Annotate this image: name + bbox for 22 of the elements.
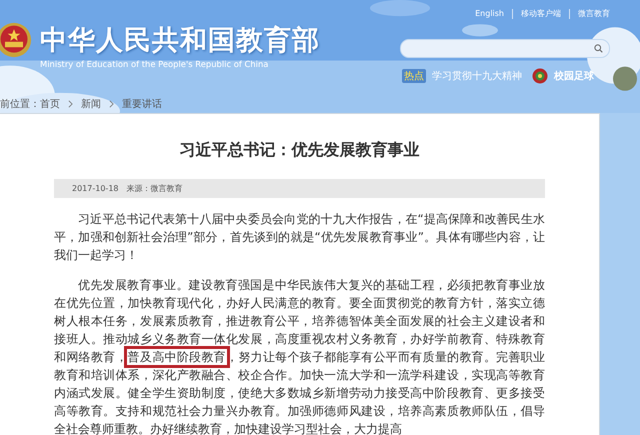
article-source: 来源：微言教育	[126, 183, 182, 194]
article-date: 2017-10-18	[72, 184, 118, 193]
emblem-icon	[0, 22, 32, 58]
feature-link[interactable]: 校园足球	[554, 69, 594, 83]
hot-link[interactable]: 学习贯彻十九大精神	[432, 69, 522, 83]
top-link[interactable]: 微言教育	[578, 8, 610, 19]
search-icon[interactable]	[594, 44, 603, 53]
intro-paragraph: 习近平总书记代表第十八届中央委员会向党的十九大作报告，在“提高保障和改善民生水平，加强和创新社会治理”部分，首先谈到的就是“优先发展教育事业”。具体有哪些内容，让我们一起学习！	[54, 211, 545, 264]
site-title: 中华人民共和国教育部	[40, 24, 320, 58]
hot-label: 热点	[402, 69, 426, 83]
breadcrumb-link[interactable]: 重要讲话	[122, 97, 162, 111]
chevron-icon	[68, 100, 73, 108]
site-subtitle: Ministry of Education of the People's Republic of China	[40, 59, 270, 69]
body-paragraph: 优先发展教育事业。建设教育强国是中华民族伟大复兴的基础工程，必须把教育事业放在优先位置，加快教育现代化，办好人民满意的教育。要全面贯彻党的教育方针，落实立德树人根本任务，发展素质教育，推进教育公平，培养德智体美全面发展的社会主义建设者和接班人。推动城乡义务教育一体化发展，高度重视农村义务教育，办好学前教育、特殊教育和网络教育，普及高中阶段教育，努力让每个孩子都能享有公平而有质量的教育。完善职业教育和培训体系，深化产教融合、校企合作。加快一流大学和一流学科建设，实现高等教育内涵式发展。健全学生资助制度，使绝大多数城乡新增劳动力接受高中阶段教育、更多接受高等教育。支持和规范社会力量兴办教育。加强师德师风建设，培养高素质教师队伍，倡导全社会尊师重教。办好继续教育，加快建设学习型社会，大力提高	[54, 277, 545, 435]
badge-icon	[532, 68, 548, 84]
chevron-icon	[109, 100, 114, 108]
breadcrumb-link[interactable]: 前位置：首页	[0, 97, 60, 111]
search-field[interactable]	[400, 39, 610, 58]
top-link[interactable]: English	[475, 9, 504, 18]
breadcrumb-link[interactable]: 新闻	[81, 97, 101, 111]
top-link[interactable]: 移动客户端	[521, 8, 561, 19]
article-title: 习近平总书记：优先发展教育事业	[178, 140, 420, 161]
